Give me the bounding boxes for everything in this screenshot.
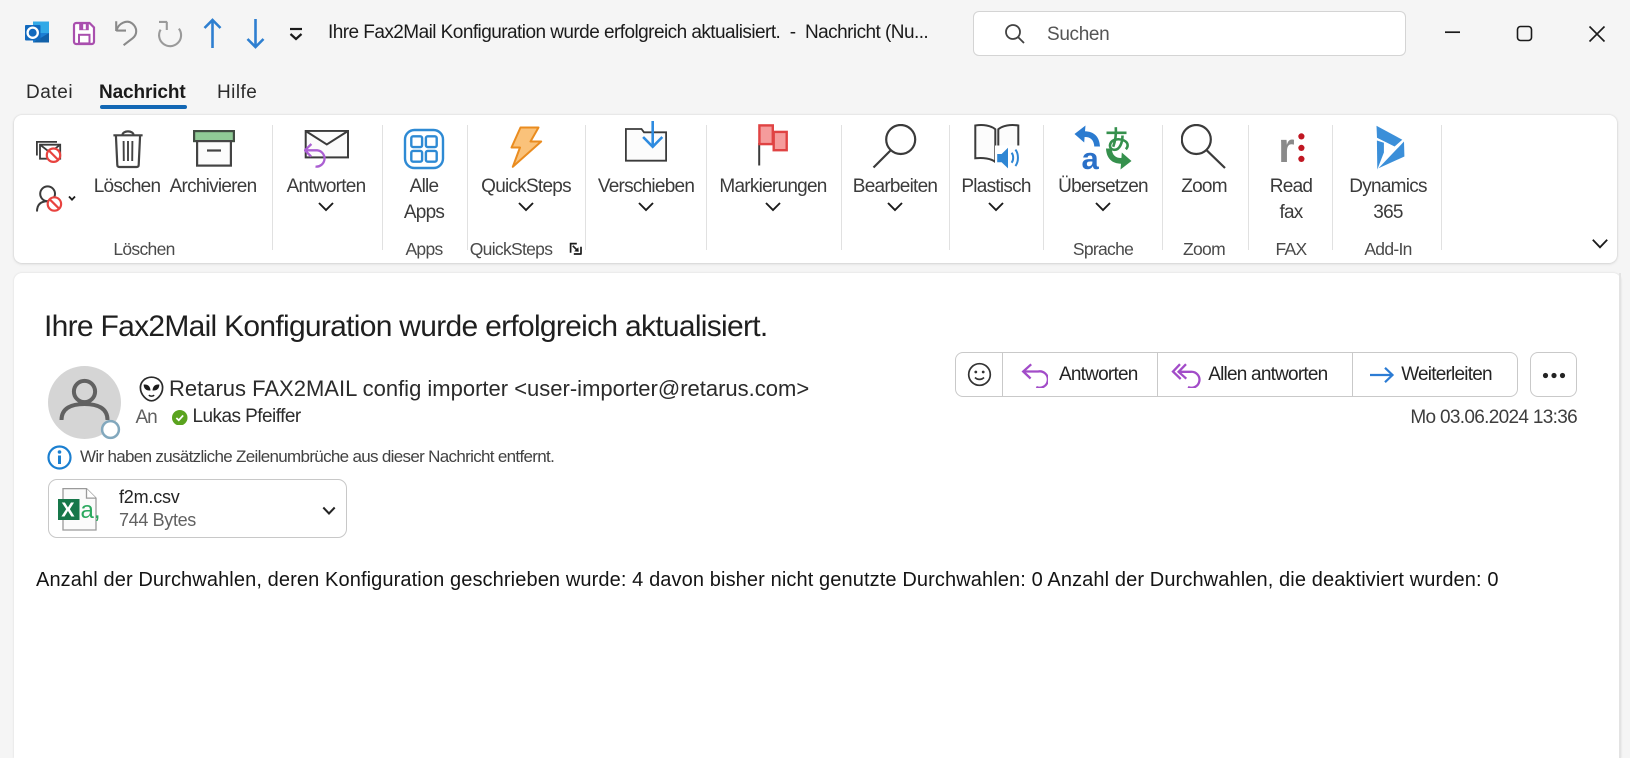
svg-text:a: a (1082, 141, 1100, 170)
svg-text:X: X (61, 500, 75, 522)
svg-text:a,: a, (81, 497, 101, 524)
svg-text:r: r (1278, 125, 1294, 167)
